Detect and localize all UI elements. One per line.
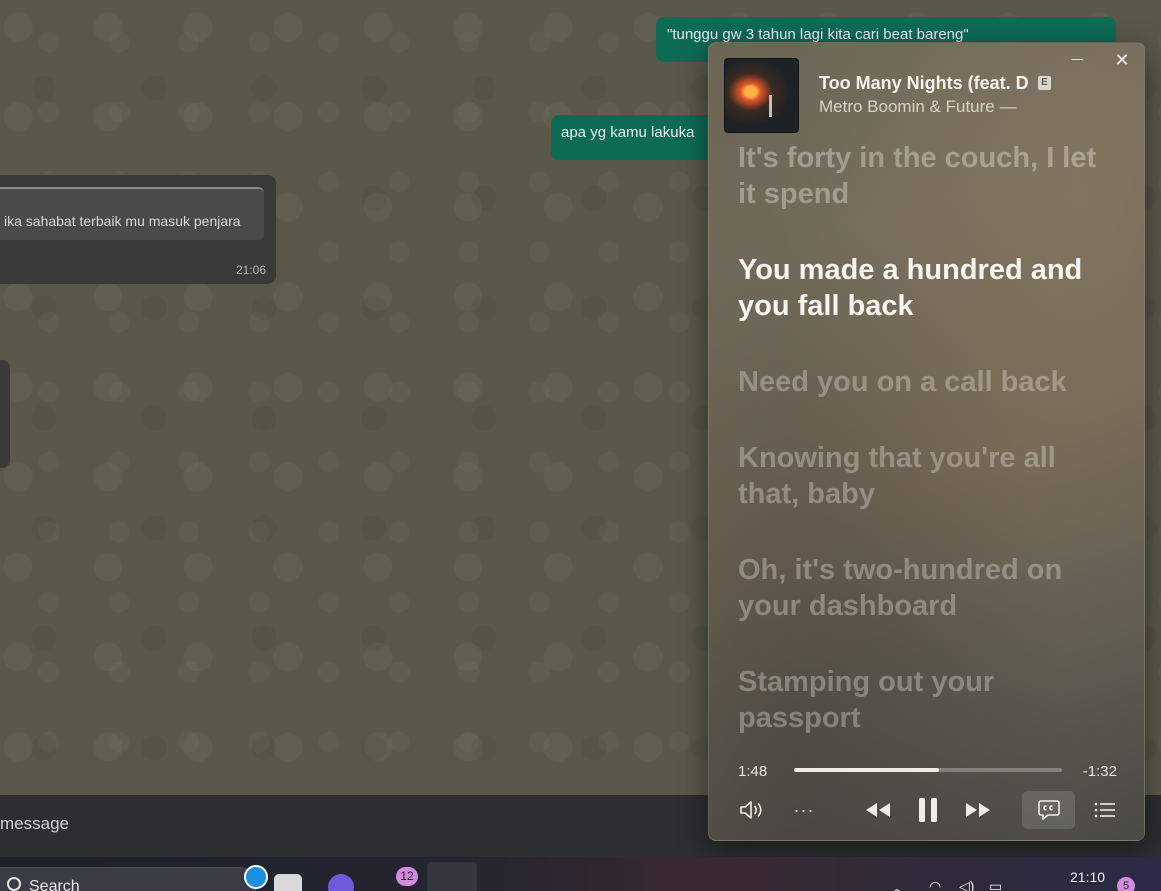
lyrics-panel[interactable]: It's forty in the couch, I let it spend … <box>709 138 1144 758</box>
close-button[interactable]: ✕ <box>1109 49 1135 73</box>
message-bubble-incoming[interactable]: ika sahabat terbaik mu masuk penjara 21:… <box>0 175 276 284</box>
taskbar-search-box[interactable]: Search <box>0 867 257 891</box>
message-bubble-outgoing[interactable]: apa yg kamu lakuka <box>551 115 731 160</box>
speaker-icon <box>740 801 762 819</box>
message-time: 21:06 <box>235 263 266 277</box>
lyric-line[interactable]: Stamping out your passport <box>738 664 1098 736</box>
artwork-figure <box>769 95 772 117</box>
track-title[interactable]: Too Many Nights (feat. D <box>819 73 1049 94</box>
time-remaining: -1:32 <box>1082 763 1117 780</box>
quoted-text: ika sahabat terbaik mu masuk penjara <box>4 213 241 229</box>
search-label: Search <box>29 878 80 891</box>
more-options-button[interactable]: ··· <box>791 791 817 829</box>
task-view-icon[interactable] <box>274 874 302 891</box>
message-bubble-incoming-partial[interactable] <box>0 360 10 468</box>
time-elapsed: 1:48 <box>738 763 768 780</box>
minimize-button[interactable] <box>1064 49 1090 69</box>
pause-button[interactable] <box>911 791 945 829</box>
wifi-icon[interactable]: ◠ <box>929 878 941 891</box>
battery-icon[interactable]: ▭ <box>989 878 1002 891</box>
lyric-line[interactable]: Need you on a call back <box>738 364 1098 400</box>
lyrics-toggle-button[interactable] <box>1022 791 1075 829</box>
progress-slider[interactable] <box>794 768 1062 772</box>
quoted-message[interactable]: ika sahabat terbaik mu masuk penjara <box>0 187 264 240</box>
next-track-button[interactable] <box>961 791 995 829</box>
teams-icon[interactable] <box>328 874 354 891</box>
message-text: apa yg kamu lakuka <box>561 124 695 141</box>
chevron-up-icon[interactable]: ︿ <box>890 878 904 891</box>
lyric-line[interactable]: Knowing that you're all that, baby <box>738 440 1098 512</box>
queue-button[interactable] <box>1089 791 1121 829</box>
pause-icon <box>919 798 937 822</box>
volume-button[interactable] <box>734 791 770 829</box>
search-icon <box>7 877 21 891</box>
bing-icon[interactable] <box>244 865 268 889</box>
lyric-line[interactable]: Oh, it's two-hundred on your dashboard <box>738 552 1098 624</box>
message-input-placeholder[interactable]: message <box>0 814 69 834</box>
album-artwork[interactable] <box>724 58 799 133</box>
lyric-line-current[interactable]: You made a hundred and you fall back <box>738 252 1098 324</box>
previous-track-button[interactable] <box>861 791 895 829</box>
volume-icon[interactable]: ◁) <box>959 878 974 891</box>
music-mini-player: ✕ Too Many Nights (feat. D E Metro Boomi… <box>708 42 1145 841</box>
lyric-line[interactable]: It's forty in the couch, I let it spend <box>738 140 1098 212</box>
message-text: "tunggu gw 3 tahun lagi kita cari beat b… <box>667 26 969 43</box>
rewind-icon <box>866 803 890 817</box>
taskbar: Search 12 ︿ ◠ ◁) ▭ 21:10 5 <box>0 857 1161 891</box>
fast-forward-icon <box>966 803 990 817</box>
progress-fill <box>794 768 939 772</box>
taskbar-clock[interactable]: 21:10 <box>1070 869 1105 885</box>
track-artist[interactable]: Metro Boomin & Future — <box>819 97 1016 117</box>
lyrics-icon <box>1037 800 1060 820</box>
app-badge: 12 <box>396 867 418 886</box>
notification-badge[interactable]: 5 <box>1117 877 1135 891</box>
taskbar-app-active[interactable] <box>427 862 477 891</box>
list-icon <box>1094 802 1115 818</box>
explicit-badge: E <box>1038 76 1051 90</box>
